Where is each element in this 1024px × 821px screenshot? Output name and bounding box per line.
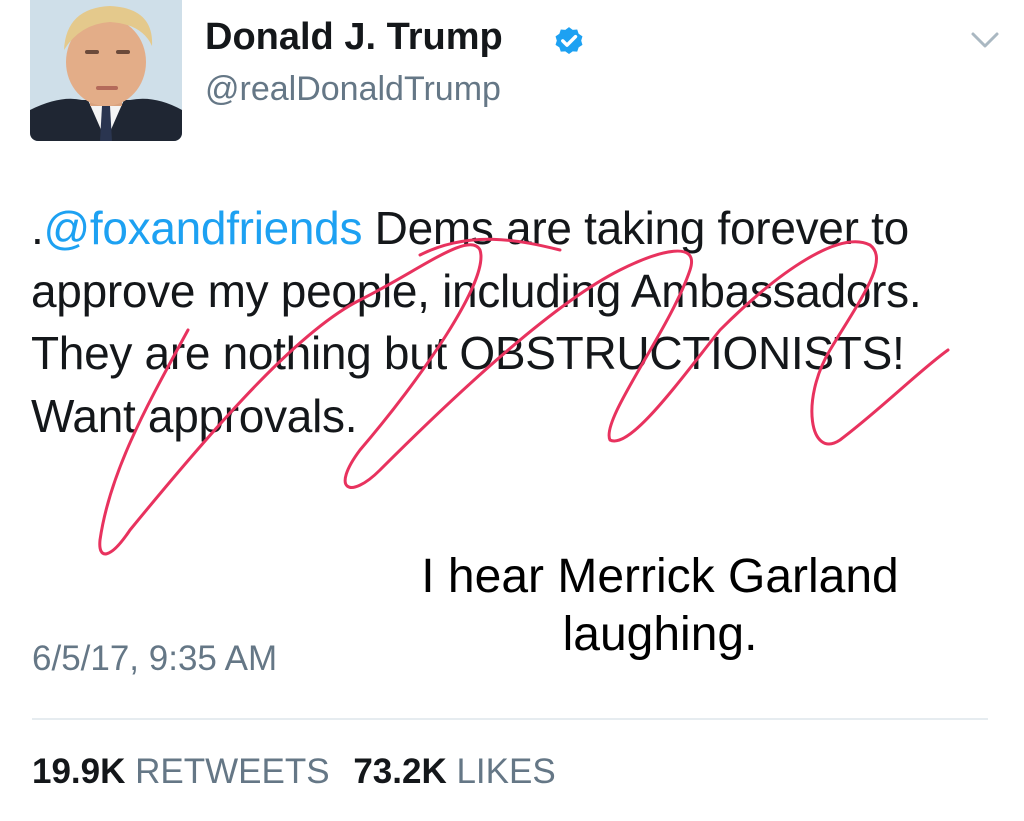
avatar[interactable]: [30, 0, 182, 141]
likes-count[interactable]: 73.2K: [353, 752, 446, 791]
mention-link[interactable]: @foxandfriends: [43, 202, 362, 254]
tweet-prefix: .: [31, 202, 44, 254]
retweets-label[interactable]: RETWEETS: [135, 752, 329, 791]
tweet-timestamp[interactable]: 6/5/17, 9:35 AM: [32, 639, 277, 679]
tweet-stats: 19.9K RETWEETS 73.2K LIKES: [32, 752, 570, 792]
stats-divider: [32, 718, 988, 720]
likes-label[interactable]: LIKES: [456, 752, 555, 791]
avatar-photo: [30, 0, 182, 141]
chevron-down-icon[interactable]: [965, 26, 1005, 54]
author-display-name[interactable]: Donald J. Trump: [205, 16, 503, 59]
annotation-caption: I hear Merrick Garland laughing.: [421, 550, 899, 661]
retweets-count[interactable]: 19.9K: [32, 752, 125, 791]
verified-badge-icon: [555, 27, 583, 55]
tweet-text: .@foxandfriends Dems are taking forever …: [31, 197, 1006, 447]
author-handle[interactable]: @realDonaldTrump: [205, 70, 501, 109]
